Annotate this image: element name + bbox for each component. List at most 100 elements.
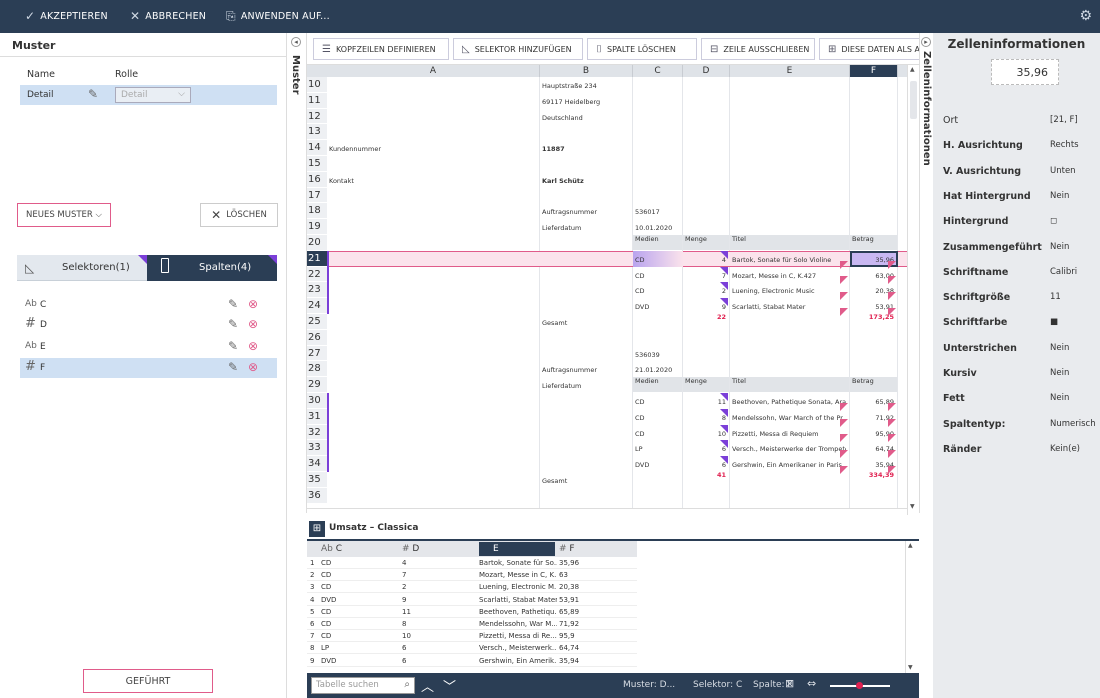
grid-cell[interactable]: DVD — [635, 458, 679, 473]
grid-cell[interactable]: CD — [635, 269, 679, 284]
column-header-b[interactable]: B — [540, 65, 633, 77]
row-header[interactable]: 22 — [307, 266, 327, 283]
guided-button[interactable]: GEFÜHRT — [83, 669, 213, 693]
row-header[interactable]: 36 — [307, 487, 327, 504]
grid-cell[interactable]: CD — [635, 253, 679, 268]
remove-icon[interactable]: ⊗ — [248, 360, 258, 374]
group-header-label[interactable]: Menge — [685, 374, 726, 389]
preview-row[interactable]: 7 CD 10 Pizzetti, Messa di Re... 95,9 — [307, 631, 637, 643]
row-header[interactable]: 29 — [307, 377, 327, 393]
group-header-label[interactable]: Medien — [635, 232, 679, 247]
row-header[interactable]: 11 — [307, 92, 327, 109]
group-header-label[interactable]: Titel — [732, 374, 846, 389]
row-header[interactable]: 14 — [307, 140, 327, 156]
grid-cell[interactable]: Gesamt — [542, 316, 629, 331]
grid-cell[interactable]: Pizzetti, Messa di Requiem — [732, 427, 846, 442]
zoom-slider-knob[interactable] — [856, 682, 863, 689]
excel-icon[interactable]: ⊠ — [785, 677, 794, 690]
delete-button[interactable]: ✕ LÖSCHEN — [200, 203, 278, 227]
grid-cell[interactable]: CD — [635, 427, 679, 442]
grid-cell[interactable]: Beethoven, Pathetique Sonata, Arau — [732, 395, 846, 410]
delete-column-button[interactable]: ⌷ SPALTE LÖSCHEN — [587, 38, 697, 60]
vertical-scrollbar[interactable]: ▲ ▼ — [907, 65, 919, 515]
apply-to-button[interactable]: ⎘ ANWENDEN AUF... — [226, 9, 330, 24]
grid-cell[interactable]: 536039 — [635, 348, 679, 363]
remove-icon[interactable]: ⊗ — [248, 339, 258, 353]
spreadsheet-grid[interactable]: A B C D E F 10 11 12 13 14 15 16 17 18 19 20 21 22 23… — [307, 65, 919, 515]
row-header[interactable]: 25 — [307, 314, 327, 330]
preview-header-f[interactable]: # F — [559, 542, 575, 556]
group-header-label[interactable]: Betrag — [852, 374, 894, 389]
add-selector-button[interactable]: ◺ SELEKTOR HINZUFÜGEN — [453, 38, 583, 60]
column-header-f[interactable]: F — [850, 65, 898, 77]
tab-columns[interactable]: Spalten(4) — [147, 255, 277, 281]
preview-row[interactable]: 9 DVD 6 Gershwin, Ein Amerik... 35,94 — [307, 656, 637, 667]
grid-cell[interactable]: CD — [635, 284, 679, 299]
group-header-label[interactable]: Medien — [635, 374, 679, 389]
grid-cell[interactable]: CD — [635, 411, 679, 426]
zoom-slider[interactable] — [830, 682, 890, 689]
define-headers-button[interactable]: ☰ KOPFZEILEN DEFINIEREN — [313, 38, 449, 60]
row-header[interactable]: 12 — [307, 108, 327, 125]
row-header[interactable]: 28 — [307, 361, 327, 378]
table-search-input[interactable]: Tabelle suchen ⌕ — [311, 677, 415, 694]
grid-cell[interactable]: 41 — [685, 468, 726, 483]
row-header[interactable]: 10 — [307, 77, 327, 93]
preview-row[interactable]: 8 LP 6 Versch., Meisterwerk... 64,74 — [307, 643, 637, 655]
horizontal-scrollbar[interactable] — [307, 508, 907, 515]
collapse-icon[interactable]: ▸ — [921, 37, 931, 47]
tab-selectors[interactable]: ◺ Selektoren(1) — [17, 255, 147, 281]
column-header-c[interactable]: C — [633, 65, 683, 77]
grid-cell[interactable]: 11887 — [542, 142, 629, 157]
row-header[interactable]: 20 — [307, 235, 327, 251]
grid-cell[interactable]: LP — [635, 442, 679, 457]
sheet-tab[interactable]: Umsatz – Classica — [329, 523, 418, 533]
grid-cell[interactable]: Lieferdatum — [542, 221, 629, 236]
grid-cell[interactable]: CD — [635, 395, 679, 410]
fit-width-icon[interactable]: ⇔ — [807, 677, 816, 690]
exclude-row-button[interactable]: ⊟ ZEILE AUSSCHLIEßEN — [701, 38, 815, 60]
edit-icon[interactable]: ✎ — [88, 87, 98, 101]
row-header[interactable]: 24 — [307, 298, 327, 314]
search-icon[interactable]: ⌕ — [404, 679, 410, 690]
preview-row[interactable]: 3 CD 2 Luening, Electronic M... 20,38 — [307, 582, 637, 594]
column-item[interactable]: Ab E ✎ ⊗ — [20, 337, 277, 357]
row-header[interactable]: 13 — [307, 124, 327, 141]
grid-cell[interactable]: Auftragsnummer — [542, 205, 629, 220]
edit-icon[interactable]: ✎ — [228, 317, 238, 331]
arrow-up-icon[interactable]: ▲ — [908, 542, 913, 549]
collapse-icon[interactable]: ◂ — [291, 37, 301, 47]
chevron-down-icon[interactable]: ﹀ — [443, 676, 456, 695]
grid-cell[interactable]: Versch., Meisterwerke der Trompete — [732, 442, 846, 457]
row-header[interactable]: 15 — [307, 156, 327, 172]
pattern-row[interactable]: Detail ✎ Detail ⌵ — [20, 85, 277, 105]
grid-cell[interactable]: Gershwin, Ein Amerikaner in Paris — [732, 458, 846, 473]
group-header-label[interactable]: Titel — [732, 232, 846, 247]
gear-icon[interactable]: ⚙ — [1079, 8, 1092, 24]
preview-row[interactable]: 2 CD 7 Mozart, Messe in C, K... 63 — [307, 570, 637, 582]
grid-cell[interactable]: Deutschland — [542, 111, 629, 126]
row-header[interactable]: 33 — [307, 440, 327, 457]
edit-icon[interactable]: ✎ — [228, 339, 238, 353]
grid-cell[interactable]: Mendelssohn, War March of the Pr... — [732, 411, 846, 426]
grid-cell[interactable]: Bartok, Sonate für Solo Violine — [732, 253, 846, 268]
row-header[interactable]: 18 — [307, 203, 327, 220]
accept-button[interactable]: ✓ AKZEPTIEREN — [25, 9, 108, 23]
grid-cell[interactable]: Auftragsnummer — [542, 363, 629, 378]
chevron-up-icon[interactable]: ︿ — [421, 676, 434, 695]
row-header[interactable]: 31 — [307, 408, 327, 425]
grid-cell[interactable]: 22 — [685, 310, 726, 325]
preview-scrollbar[interactable]: ▲ ▼ — [905, 541, 917, 673]
column-header-e[interactable]: E — [730, 65, 850, 77]
preview-row[interactable]: 4 DVD 9 Scarlatti, Stabat Mater 53,91 — [307, 595, 637, 606]
role-select[interactable]: Detail ⌵ — [115, 87, 191, 103]
group-header-label[interactable]: Betrag — [852, 232, 894, 247]
grid-cell[interactable]: DVD — [635, 300, 679, 315]
arrow-down-icon[interactable]: ▼ — [910, 503, 915, 510]
grid-cell[interactable]: Scarlatti, Stabat Mater — [732, 300, 846, 315]
preview-header-e[interactable]: E — [479, 542, 555, 556]
edit-icon[interactable]: ✎ — [228, 360, 238, 374]
grid-cell[interactable]: Mozart, Messe in C, K.427 — [732, 269, 846, 284]
column-item[interactable]: # F ✎ ⊗ — [20, 358, 277, 378]
grid-cell[interactable]: Kontakt — [329, 174, 536, 189]
